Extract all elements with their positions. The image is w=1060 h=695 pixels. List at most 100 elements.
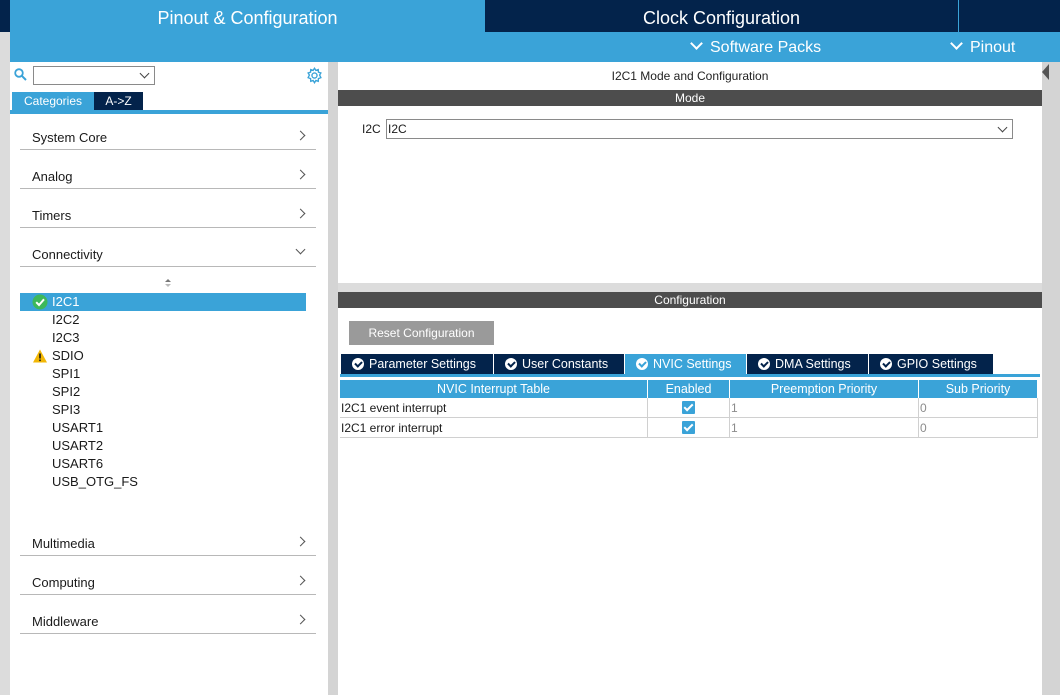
chevron-right-icon [295, 169, 306, 180]
category-timers[interactable]: Timers [20, 200, 316, 228]
pinout-label: Pinout [970, 39, 1016, 56]
stm32cubemx-window: Pinout & Configuration Clock Configurati… [0, 0, 1060, 695]
search-icon[interactable] [14, 68, 27, 81]
tab-clock-configuration[interactable]: Clock Configuration [485, 0, 959, 32]
check-circle-icon [352, 358, 364, 370]
enabled-checkbox[interactable] [682, 401, 695, 414]
tab-label: GPIO Settings [897, 357, 977, 371]
tab-underline [340, 374, 1040, 377]
reset-configuration-button[interactable]: Reset Configuration [349, 321, 494, 345]
category-label: Analog [32, 169, 73, 184]
table-row[interactable]: I2C1 event interrupt 1 0 [340, 398, 1038, 418]
peripheral-label: USART6 [52, 456, 104, 471]
tab-label: User Constants [522, 357, 609, 371]
category-label: Middleware [32, 614, 99, 629]
enabled-cell [648, 418, 730, 438]
column-header-preemption[interactable]: Preemption Priority [730, 380, 918, 398]
check-circle-icon [32, 294, 48, 310]
category-label: System Core [32, 130, 108, 145]
peripheral-i2c2[interactable]: I2C2 [20, 311, 306, 329]
configuration-header: Configuration [338, 292, 1042, 308]
software-packs-menu[interactable]: Software Packs [690, 32, 822, 62]
check-circle-icon [758, 358, 770, 370]
category-system-core[interactable]: System Core [20, 122, 316, 150]
peripheral-label: SPI2 [52, 384, 81, 399]
tab-pinout-configuration[interactable]: Pinout & Configuration [10, 0, 485, 32]
category-connectivity[interactable]: Connectivity [20, 239, 316, 267]
tab-user-constants[interactable]: User Constants [494, 354, 624, 374]
tab-extra[interactable] [960, 0, 1060, 32]
peripheral-i2c3[interactable]: I2C3 [20, 329, 306, 347]
peripheral-spi1[interactable]: SPI1 [20, 365, 306, 383]
chevron-right-icon [295, 614, 306, 625]
category-label: Computing [32, 575, 95, 590]
tab-parameter-settings[interactable]: Parameter Settings [341, 354, 493, 374]
table-row[interactable]: I2C1 error interrupt 1 0 [340, 418, 1038, 438]
tab-gpio-settings[interactable]: GPIO Settings [869, 354, 993, 374]
sort-icon[interactable] [164, 278, 172, 288]
chevron-down-icon [295, 244, 306, 255]
peripheral-usart1[interactable]: USART1 [20, 419, 306, 437]
enabled-cell [648, 398, 730, 418]
check-circle-icon [880, 358, 892, 370]
peripheral-label: SPI1 [52, 366, 81, 381]
enabled-checkbox[interactable] [682, 421, 695, 434]
peripheral-label: I2C2 [52, 312, 80, 327]
right-collapse-strip[interactable] [1042, 62, 1060, 695]
peripheral-spi3[interactable]: SPI3 [20, 401, 306, 419]
category-multimedia[interactable]: Multimedia [20, 528, 316, 556]
column-header-interrupt[interactable]: NVIC Interrupt Table [340, 380, 647, 398]
tab-categories[interactable]: Categories [12, 92, 94, 110]
peripheral-usart2[interactable]: USART2 [20, 437, 306, 455]
tab-label: Parameter Settings [369, 357, 476, 371]
software-packs-label: Software Packs [710, 39, 822, 56]
chevron-right-icon [295, 536, 306, 547]
column-header-sub-priority[interactable]: Sub Priority [919, 380, 1037, 398]
top-tab-bar: Pinout & Configuration Clock Configurati… [0, 0, 1060, 32]
chevron-right-icon [295, 575, 306, 586]
peripheral-usb-otg-fs[interactable]: USB_OTG_FS [20, 473, 306, 491]
chevron-right-icon [295, 208, 306, 219]
preemption-priority[interactable]: 1 [730, 398, 919, 418]
configuration-panel: Configuration Reset Configuration Parame… [338, 292, 1042, 695]
i2c-mode-select[interactable]: I2C [386, 119, 1013, 139]
i2c-mode-value: I2C [388, 122, 407, 136]
peripheral-label: SDIO [52, 348, 84, 363]
peripheral-label: USART2 [52, 438, 104, 453]
tab-dma-settings[interactable]: DMA Settings [747, 354, 868, 374]
column-header-enabled[interactable]: Enabled [648, 380, 729, 398]
peripheral-label: USART1 [52, 420, 104, 435]
splitter[interactable] [328, 62, 338, 695]
panel-title: I2C1 Mode and Configuration [611, 69, 769, 83]
tab-a-to-z[interactable]: A->Z [94, 92, 143, 110]
tab-underline [10, 110, 328, 114]
peripheral-label: USB_OTG_FS [52, 474, 138, 489]
peripheral-label: I2C3 [52, 330, 80, 345]
mode-panel: I2C1 Mode and Configuration Mode I2C I2C [338, 62, 1042, 283]
search-combobox[interactable] [33, 66, 155, 85]
interrupt-name: I2C1 event interrupt [340, 398, 648, 418]
sub-priority[interactable]: 0 [919, 418, 1038, 438]
pinout-menu[interactable]: Pinout [950, 32, 1016, 62]
check-circle-icon [636, 358, 648, 370]
sub-priority[interactable]: 0 [919, 398, 1038, 418]
category-analog[interactable]: Analog [20, 161, 316, 189]
chevron-down-icon [690, 37, 703, 50]
chevron-right-icon [295, 130, 306, 141]
gear-icon[interactable] [306, 67, 323, 84]
subbar-gap [0, 32, 10, 62]
peripheral-spi2[interactable]: SPI2 [20, 383, 306, 401]
category-computing[interactable]: Computing [20, 567, 316, 595]
peripheral-usart6[interactable]: USART6 [20, 455, 306, 473]
interrupt-name: I2C1 error interrupt [340, 418, 648, 438]
collapse-arrow-icon[interactable] [1042, 64, 1049, 80]
peripheral-i2c1[interactable]: I2C1 [20, 293, 306, 311]
i2c-mode-label: I2C [362, 122, 381, 136]
category-label: Connectivity [32, 247, 103, 262]
peripheral-label: SPI3 [52, 402, 81, 417]
peripheral-sdio[interactable]: SDIO [20, 347, 306, 365]
preemption-priority[interactable]: 1 [730, 418, 919, 438]
category-middleware[interactable]: Middleware [20, 606, 316, 634]
tab-nvic-settings[interactable]: NVIC Settings [625, 354, 746, 374]
mode-header: Mode [338, 90, 1042, 106]
